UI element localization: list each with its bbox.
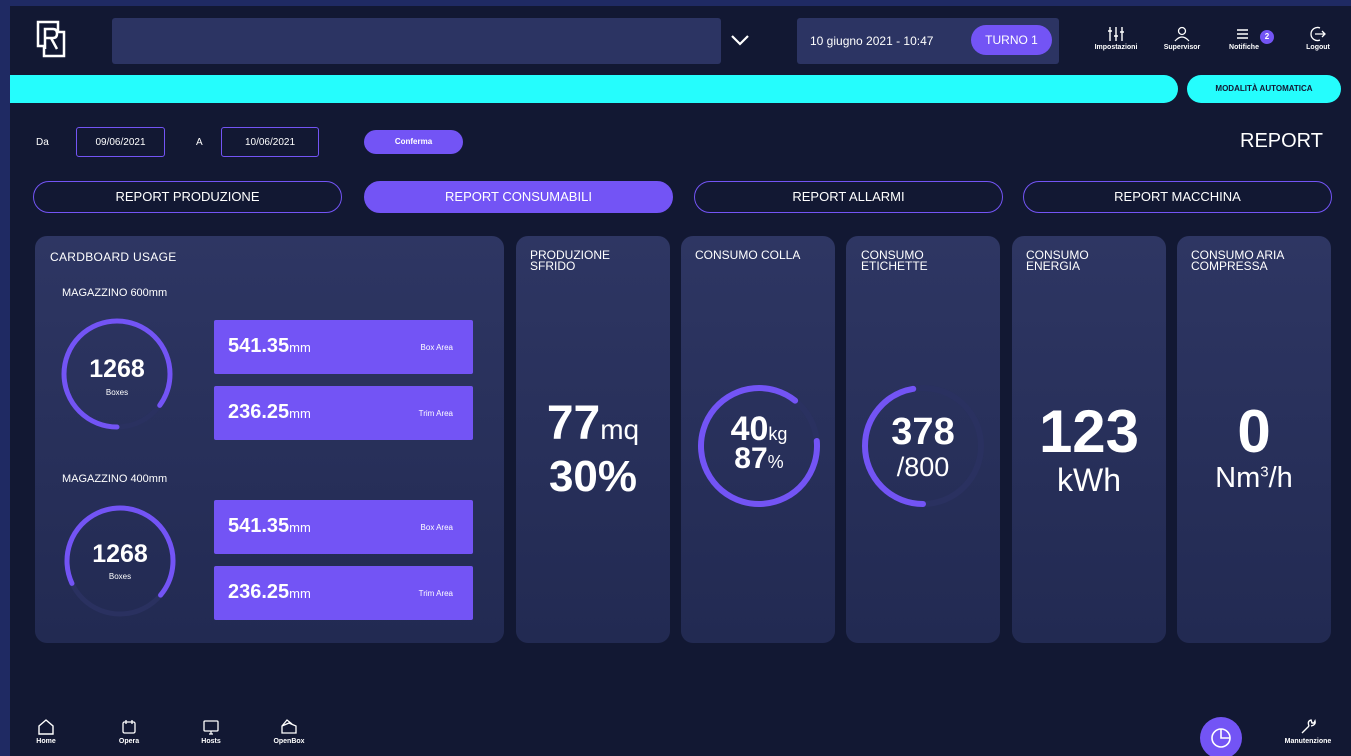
etichette-title: CONSUMO ETICHETTE bbox=[861, 248, 928, 273]
settings-icon bbox=[1108, 27, 1124, 41]
tab-report-consumabili[interactable]: REPORT CONSUMABILI bbox=[364, 181, 673, 213]
energia-unit: kWh bbox=[1057, 462, 1121, 498]
energia-value: 123 bbox=[1038, 398, 1140, 465]
from-label: Da bbox=[36, 137, 49, 148]
notifications-label: Notifiche bbox=[1229, 44, 1259, 51]
notifications-badge: 2 bbox=[1260, 30, 1274, 44]
mode-button[interactable]: MODALITÀ AUTOMATICA bbox=[1187, 75, 1341, 103]
colla-percent: 87 bbox=[734, 442, 768, 475]
colla-unit: kg bbox=[768, 424, 788, 444]
warehouse-400-title: MAGAZZINO 400mm bbox=[62, 473, 168, 485]
colla-percent-unit: % bbox=[767, 452, 784, 472]
aria-title: CONSUMO ARIA COMPRESSA bbox=[1191, 248, 1284, 273]
nav-openbox[interactable]: OpenBox bbox=[264, 718, 314, 745]
tab-report-allarmi[interactable]: REPORT ALLARMI bbox=[694, 181, 1003, 213]
trim-area-unit: mm bbox=[289, 406, 311, 421]
from-date-input[interactable] bbox=[76, 127, 165, 157]
sfrido-value: 77 bbox=[546, 397, 601, 450]
aria-unit-tail: /h bbox=[1268, 462, 1293, 494]
warehouse-600-boxes: 1268 bbox=[89, 355, 145, 383]
tab-report-produzione[interactable]: REPORT PRODUZIONE bbox=[33, 181, 342, 213]
report-fab[interactable] bbox=[1200, 717, 1242, 756]
colla-title: CONSUMO COLLA bbox=[695, 248, 801, 262]
nav-openbox-label: OpenBox bbox=[273, 738, 305, 745]
etichette-value: 378 bbox=[891, 411, 955, 453]
aria-unit: Nm bbox=[1215, 462, 1261, 494]
status-bar bbox=[10, 75, 1178, 103]
energia-title: CONSUMO ENERGIA bbox=[1026, 248, 1089, 273]
home-icon bbox=[38, 719, 54, 735]
sfrido-title: PRODUZIONE SFRIDO bbox=[530, 248, 611, 273]
colla-percent-row: 87% bbox=[696, 444, 822, 477]
notifications-icon bbox=[1237, 29, 1248, 39]
box-area-unit: mm bbox=[289, 520, 311, 535]
trim-area-value: 236.25 bbox=[228, 581, 290, 603]
to-date-input[interactable] bbox=[221, 127, 319, 157]
confirm-button[interactable]: Conferma bbox=[364, 130, 463, 154]
trim-area-unit: mm bbox=[289, 586, 311, 601]
shift-button[interactable]: TURNO 1 bbox=[971, 25, 1052, 55]
supervisor-button[interactable]: Supervisor bbox=[1152, 26, 1212, 51]
sfrido-value-row: 77mq bbox=[516, 396, 670, 451]
nav-hosts[interactable]: Hosts bbox=[186, 718, 236, 745]
opera-icon bbox=[122, 720, 136, 734]
trim-area-label: Trim Area bbox=[418, 589, 453, 598]
warehouse-600-box-area: 541.35mm Box Area bbox=[214, 320, 473, 374]
sfrido-percent: 30% bbox=[548, 452, 638, 501]
warehouse-600-boxes-label: Boxes bbox=[105, 388, 129, 397]
to-label: A bbox=[196, 137, 203, 148]
chevron-down-icon[interactable] bbox=[726, 28, 754, 52]
box-area-label: Box Area bbox=[420, 343, 453, 352]
warehouse-400-box-area: 541.35mm Box Area bbox=[214, 500, 473, 554]
wrench-icon bbox=[1301, 718, 1316, 734]
box-area-label: Box Area bbox=[420, 523, 453, 532]
nav-manutenzione-label: Manutenzione bbox=[1284, 738, 1332, 745]
nav-opera-label: Opera bbox=[118, 738, 140, 745]
nav-home[interactable]: Home bbox=[21, 718, 71, 745]
openbox-icon bbox=[281, 719, 297, 734]
logo-icon[interactable] bbox=[34, 18, 68, 60]
box-area-unit: mm bbox=[289, 340, 311, 355]
box-area-value: 541.35 bbox=[228, 335, 290, 357]
app-screen: 10 giugno 2021 - 10:47 TURNO 1 Impostazi… bbox=[10, 6, 1351, 756]
page-title: REPORT bbox=[1240, 130, 1323, 152]
etichette-total: /800 bbox=[896, 452, 950, 482]
box-area-value: 541.35 bbox=[228, 515, 290, 537]
logout-label: Logout bbox=[1306, 44, 1330, 51]
warehouse-400-boxes: 1268 bbox=[92, 540, 148, 568]
aria-unit-row: Nm3/h bbox=[1177, 462, 1331, 495]
nav-home-label: Home bbox=[36, 738, 56, 745]
nav-opera[interactable]: Opera bbox=[104, 718, 154, 745]
supervisor-label: Supervisor bbox=[1163, 44, 1201, 51]
warehouse-600-title: MAGAZZINO 600mm bbox=[62, 287, 168, 299]
logout-button[interactable]: Logout bbox=[1288, 26, 1348, 51]
settings-label: Impostazioni bbox=[1094, 44, 1138, 51]
hosts-icon bbox=[203, 720, 219, 735]
tab-report-macchina[interactable]: REPORT MACCHINA bbox=[1023, 181, 1332, 213]
nav-manutenzione[interactable]: Manutenzione bbox=[1275, 718, 1341, 745]
cardboard-title: CARDBOARD USAGE bbox=[50, 250, 177, 264]
machine-select[interactable] bbox=[112, 18, 721, 64]
user-icon bbox=[1174, 26, 1190, 42]
sfrido-unit: mq bbox=[600, 414, 640, 445]
aria-value: 0 bbox=[1237, 398, 1271, 465]
nav-hosts-label: Hosts bbox=[201, 738, 221, 745]
warehouse-600-trim-area: 236.25mm Trim Area bbox=[214, 386, 473, 440]
logout-icon bbox=[1310, 26, 1326, 42]
datetime-text: 10 giugno 2021 - 10:47 bbox=[810, 34, 934, 48]
trim-area-value: 236.25 bbox=[228, 401, 290, 423]
warehouse-400-boxes-label: Boxes bbox=[108, 572, 132, 581]
trim-area-label: Trim Area bbox=[418, 409, 453, 418]
warehouse-400-trim-area: 236.25mm Trim Area bbox=[214, 566, 473, 620]
pie-chart-icon bbox=[1211, 728, 1231, 748]
settings-button[interactable]: Impostazioni bbox=[1086, 26, 1146, 51]
aria-unit-sup: 3 bbox=[1260, 463, 1269, 481]
